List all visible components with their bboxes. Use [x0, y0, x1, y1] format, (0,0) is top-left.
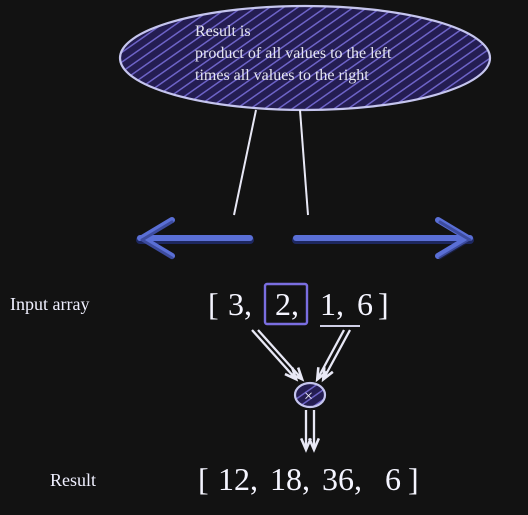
result-array: [ 12, 18, 36, 6 ] — [198, 461, 419, 497]
result-v1: 18, — [270, 461, 310, 497]
bracket-open: [ — [208, 286, 219, 322]
bubble-line1: Result is — [195, 23, 251, 40]
result-bracket-open: [ — [198, 461, 209, 497]
multiply-node: × — [295, 383, 325, 407]
bubble-line2: product of all values to the left — [195, 45, 392, 62]
bracket-close: ] — [378, 286, 389, 322]
bubble-connectors — [234, 110, 308, 215]
explanation-bubble: Result is product of all values to the l… — [120, 6, 490, 110]
multiply-icon: × — [304, 388, 313, 405]
input-array-label: Input array — [10, 294, 89, 314]
result-arrow — [306, 410, 314, 448]
result-label: Result — [50, 470, 96, 490]
input-v0: 3, — [228, 286, 252, 322]
merge-arrows — [252, 330, 350, 378]
right-arrow-icon — [296, 220, 470, 258]
result-v0: 12, — [218, 461, 258, 497]
input-v1: 2, — [275, 286, 299, 322]
result-v2: 36, — [322, 461, 362, 497]
input-array: [ 3, 2, 1, 6 ] — [208, 286, 389, 322]
result-v3: 6 — [385, 461, 401, 497]
bubble-line3: times all values to the right — [195, 67, 369, 84]
input-v3: 6 — [357, 286, 373, 322]
left-arrow-icon — [140, 220, 250, 258]
input-v2: 1, — [320, 286, 344, 322]
result-bracket-close: ] — [408, 461, 419, 497]
